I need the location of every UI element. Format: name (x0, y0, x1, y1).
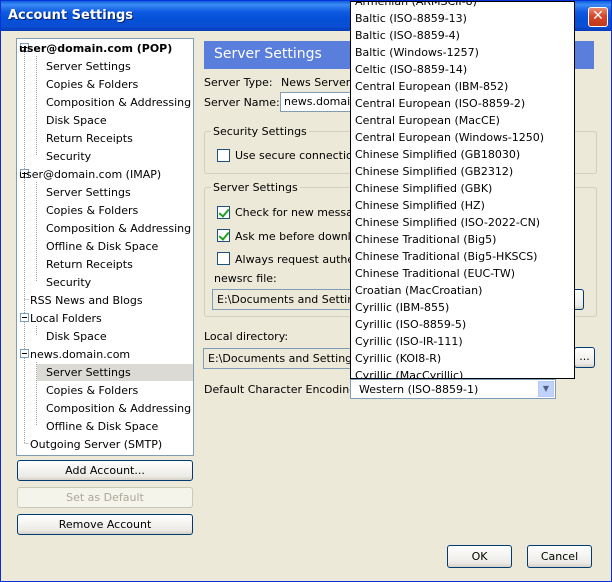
window-title: Account Settings (8, 8, 134, 23)
encoding-option[interactable]: Chinese Traditional (Big5-HKSCS) (355, 248, 537, 265)
tree-item[interactable]: Server Settings (46, 58, 131, 75)
encoding-option[interactable]: Baltic (Windows-1257) (355, 44, 479, 61)
encoding-option[interactable]: Armenian (ARMSCII-8) (355, 2, 477, 10)
tree-item[interactable]: Disk Space (46, 328, 107, 345)
server-settings-group-title: Server Settings (211, 181, 300, 194)
local-directory-field[interactable]: E:\Documents and Settings\Sc (203, 348, 351, 369)
server-name-label: Server Name: (204, 96, 280, 109)
encoding-option[interactable]: Central European (ISO-8859-2) (355, 95, 525, 112)
encoding-option[interactable]: Chinese Simplified (HZ) (355, 197, 485, 214)
encoding-option[interactable]: Baltic (ISO-8859-13) (355, 10, 467, 27)
tree-item[interactable]: Return Receipts (46, 256, 133, 273)
tree-item[interactable]: Local Folders (30, 310, 102, 327)
newsrc-browse-button[interactable] (574, 289, 584, 310)
encoding-option[interactable]: Chinese Simplified (GBK) (355, 180, 492, 197)
local-directory-browse-button[interactable]: ... (574, 347, 595, 368)
tree-item[interactable]: Server Settings (46, 184, 131, 201)
encoding-option[interactable]: Chinese Simplified (GB18030) (355, 146, 520, 163)
tree-item[interactable]: Composition & Addressing (46, 220, 191, 237)
close-icon[interactable]: ✕ (588, 7, 608, 27)
encoding-option[interactable]: Central European (Windows-1250) (355, 129, 544, 146)
ask-before-download-label: Ask me before downloa (235, 230, 365, 243)
chevron-down-icon[interactable]: ▼ (538, 381, 554, 397)
account-settings-window: Account Settings ✕ user@domain.com (POP)… (0, 0, 612, 582)
cancel-button[interactable]: Cancel (527, 545, 592, 568)
check-new-messages-checkbox[interactable] (217, 206, 230, 219)
set-as-default-button[interactable]: Set as Default (17, 487, 193, 508)
account-tree[interactable]: user@domain.com (POP) Server Settings Copi… (16, 38, 194, 456)
encoding-dropdown-list[interactable]: Armenian (ARMSCII-8) Baltic (ISO-8859-13)… (350, 1, 575, 379)
encoding-option[interactable]: Chinese Traditional (EUC-TW) (355, 265, 515, 282)
ask-before-download-checkbox[interactable] (217, 229, 230, 242)
newsrc-file-field[interactable]: E:\Documents and Settings\ (212, 289, 352, 310)
add-account-button[interactable]: Add Account... (17, 460, 193, 481)
server-name-field[interactable]: news.domain. (280, 92, 355, 112)
tree-item[interactable]: RSS News and Blogs (30, 292, 143, 309)
encoding-option[interactable]: Cyrillic (KOI8-R) (355, 350, 441, 367)
remove-account-button[interactable]: Remove Account (17, 514, 193, 535)
tree-item[interactable]: user@domain.com (POP) (19, 40, 172, 57)
encoding-option[interactable]: Chinese Simplified (GB2312) (355, 163, 513, 180)
always-request-auth-label: Always request authent (235, 253, 366, 266)
tree-item[interactable]: Offline & Disk Space (46, 418, 158, 435)
encoding-option[interactable]: Chinese Simplified (ISO-2022-CN) (355, 214, 540, 231)
tree-item[interactable]: Server Settings (37, 364, 193, 381)
tree-item[interactable]: Security (46, 274, 91, 291)
tree-item[interactable]: Offline & Disk Space (46, 238, 158, 255)
tree-item[interactable]: Outgoing Server (SMTP) (30, 436, 162, 453)
tree-item[interactable]: Return Receipts (46, 130, 133, 147)
tree-item[interactable]: Security (46, 148, 91, 165)
encoding-option[interactable]: Cyrillic (ISO-IR-111) (355, 333, 463, 350)
encoding-option[interactable]: Croatian (MacCroatian) (355, 282, 482, 299)
page-title: Server Settings (214, 46, 322, 62)
encoding-option[interactable]: Cyrillic (MacCyrillic) (355, 367, 463, 378)
tree-item[interactable]: Copies & Folders (46, 202, 138, 219)
ok-button[interactable]: OK (447, 545, 512, 568)
tree-item[interactable]: Composition & Addressing (46, 400, 191, 417)
tree-item[interactable]: Copies & Folders (46, 76, 138, 93)
always-request-auth-checkbox[interactable] (217, 252, 230, 265)
encoding-option[interactable]: Celtic (ISO-8859-14) (355, 61, 467, 78)
security-settings-title: Security Settings (211, 125, 309, 138)
local-directory-label: Local directory: (204, 330, 289, 343)
encoding-option[interactable]: Cyrillic (IBM-855) (355, 299, 449, 316)
tree-item[interactable]: news.domain.com (30, 346, 130, 363)
encoding-option[interactable]: Cyrillic (ISO-8859-5) (355, 316, 466, 333)
default-encoding-label: Default Character Encoding: (204, 383, 360, 396)
use-secure-checkbox[interactable] (217, 149, 230, 162)
newsrc-file-label: newsrc file: (214, 272, 277, 285)
server-type-label: Server Type: (204, 76, 273, 89)
default-encoding-select[interactable]: Western (ISO-8859-1) ▼ (350, 379, 556, 399)
encoding-option[interactable]: Central European (MacCE) (355, 112, 500, 129)
tree-item[interactable]: user@domain.com (IMAP) (19, 166, 161, 183)
tree-item[interactable]: Composition & Addressing (46, 94, 191, 111)
encoding-option[interactable]: Chinese Traditional (Big5) (355, 231, 496, 248)
server-type-value: News Server ( (281, 76, 359, 89)
check-new-messages-label: Check for new message (235, 206, 367, 219)
tree-item[interactable]: Disk Space (46, 112, 107, 129)
default-encoding-value: Western (ISO-8859-1) (359, 383, 479, 396)
encoding-option[interactable]: Central European (IBM-852) (355, 78, 508, 95)
use-secure-label: Use secure connection ( (235, 149, 368, 162)
encoding-option[interactable]: Baltic (ISO-8859-4) (355, 27, 460, 44)
tree-item[interactable]: Copies & Folders (46, 382, 138, 399)
